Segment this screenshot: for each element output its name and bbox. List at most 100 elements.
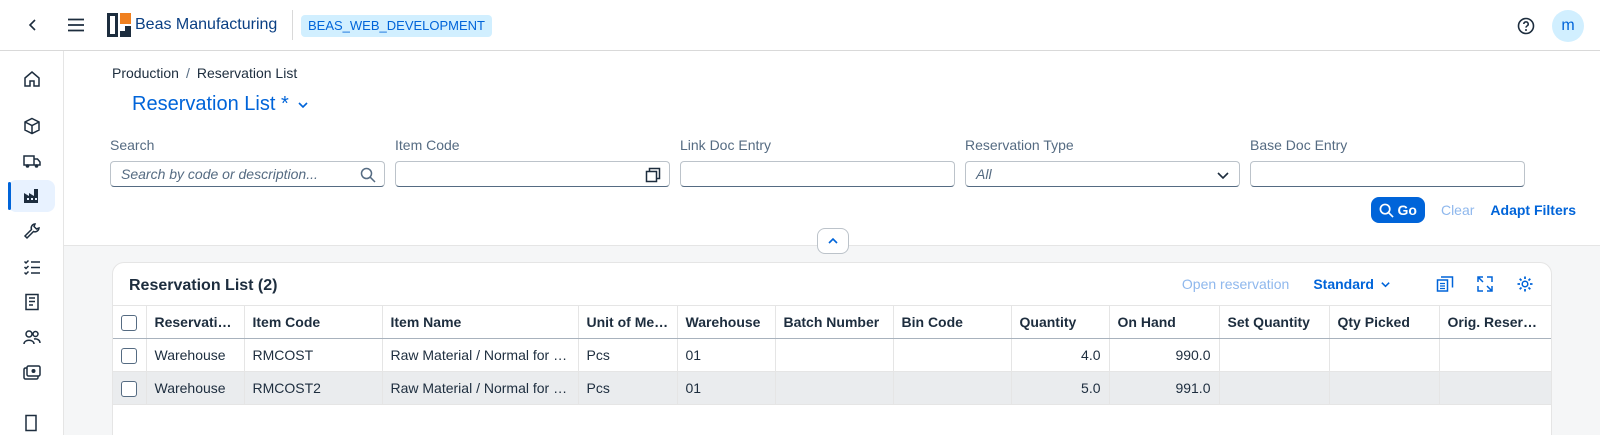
column-header-on-hand[interactable]: On Hand bbox=[1109, 305, 1220, 339]
fullscreen-button[interactable] bbox=[1475, 274, 1495, 294]
cell-item-name: Raw Material / Normal for Costing bbox=[382, 371, 579, 405]
fullscreen-icon bbox=[1477, 276, 1493, 292]
truck-icon bbox=[22, 155, 41, 168]
reservation-type-select[interactable]: All bbox=[965, 161, 1240, 187]
nav-item-tasks[interactable] bbox=[8, 251, 55, 283]
breadcrumb: Production / Reservation List bbox=[112, 65, 297, 81]
cell-qty-picked bbox=[1329, 338, 1440, 372]
go-label: Go bbox=[1397, 202, 1417, 218]
table-row[interactable]: Warehouse RMCOST Raw Material / Normal f… bbox=[113, 338, 1551, 372]
search-icon bbox=[1379, 203, 1394, 218]
nav-item-documents[interactable] bbox=[8, 286, 55, 318]
table-settings-button[interactable] bbox=[1515, 274, 1535, 294]
hamburger-icon bbox=[68, 18, 84, 32]
cell-bin-code bbox=[893, 338, 1012, 372]
open-reservation-button[interactable]: Open reservation bbox=[1182, 276, 1289, 292]
chevron-down-icon bbox=[298, 101, 308, 108]
filter-label-search: Search bbox=[110, 137, 155, 153]
cell-batch-number bbox=[775, 338, 894, 372]
nav-item-people[interactable] bbox=[8, 321, 55, 353]
cell-set-quantity bbox=[1219, 338, 1330, 372]
reservation-table-card: Reservation List (2) Open reservation St… bbox=[112, 262, 1552, 435]
export-button[interactable] bbox=[1435, 274, 1455, 294]
filter-base-doc-entry: Base Doc Entry bbox=[1250, 137, 1525, 187]
cell-quantity: 5.0 bbox=[1011, 371, 1110, 405]
nav-item-finance[interactable] bbox=[8, 357, 55, 389]
cell-warehouse: 01 bbox=[677, 371, 776, 405]
link-doc-entry-input[interactable] bbox=[680, 161, 955, 187]
nav-item-home[interactable] bbox=[8, 63, 55, 95]
app-title[interactable]: Beas Manufacturing bbox=[135, 16, 277, 34]
nav-item-logistics[interactable] bbox=[8, 145, 55, 177]
filter-label-reservation-type: Reservation Type bbox=[965, 137, 1074, 153]
side-navigation bbox=[0, 51, 64, 435]
column-header-bin-code[interactable]: Bin Code bbox=[893, 305, 1012, 339]
search-input[interactable]: Search by code or description... bbox=[110, 161, 385, 187]
cell-item-name: Raw Material / Normal for Costing bbox=[382, 338, 579, 372]
filter-label-link-doc-entry: Link Doc Entry bbox=[680, 137, 772, 153]
cell-warehouse: 01 bbox=[677, 338, 776, 372]
go-button[interactable]: Go bbox=[1370, 197, 1425, 223]
collapse-header-button[interactable] bbox=[817, 228, 849, 254]
column-header-qty-picked[interactable]: Qty Picked bbox=[1329, 305, 1440, 339]
column-header-reservation-type[interactable]: Reservation Type bbox=[146, 305, 245, 339]
row-checkbox[interactable] bbox=[121, 347, 138, 364]
cell-qty-picked bbox=[1329, 371, 1440, 405]
search-icon[interactable] bbox=[360, 167, 376, 183]
column-header-quantity[interactable]: Quantity bbox=[1011, 305, 1110, 339]
select-all-cell bbox=[113, 305, 147, 339]
logo-icon bbox=[107, 13, 131, 37]
nav-item-inventory[interactable] bbox=[8, 110, 55, 142]
cell-bin-code bbox=[893, 371, 1012, 405]
cell-uom: Pcs bbox=[578, 338, 678, 372]
cell-item-code: RMCOST2 bbox=[244, 371, 383, 405]
nav-item-more[interactable] bbox=[8, 407, 55, 435]
home-icon bbox=[23, 71, 40, 87]
back-button[interactable] bbox=[22, 14, 44, 36]
adapt-filters-button[interactable]: Adapt Filters bbox=[1490, 202, 1576, 218]
nav-item-tools[interactable] bbox=[8, 215, 55, 247]
value-help-icon[interactable] bbox=[645, 167, 661, 183]
filter-item-code: Item Code bbox=[395, 137, 670, 187]
export-icon bbox=[1436, 276, 1454, 292]
column-header-warehouse[interactable]: Warehouse bbox=[677, 305, 776, 339]
row-select-cell bbox=[113, 338, 147, 372]
company-logo bbox=[106, 12, 132, 38]
shell-bar: Beas Manufacturing BEAS_WEB_DEVELOPMENT … bbox=[0, 0, 1600, 51]
shell-divider bbox=[292, 10, 293, 40]
cell-on-hand: 991.0 bbox=[1109, 371, 1220, 405]
cell-reservation-type: Warehouse bbox=[146, 371, 245, 405]
filter-reservation-type: Reservation Type All bbox=[965, 137, 1240, 187]
nav-item-production[interactable] bbox=[8, 180, 55, 212]
chevron-left-icon bbox=[28, 19, 36, 31]
column-header-item-name[interactable]: Item Name bbox=[382, 305, 579, 339]
row-checkbox[interactable] bbox=[121, 380, 138, 397]
select-all-checkbox[interactable] bbox=[121, 314, 138, 331]
item-code-input[interactable] bbox=[395, 161, 670, 187]
wrench-icon bbox=[23, 223, 40, 240]
base-doc-entry-input[interactable] bbox=[1250, 161, 1525, 187]
variant-title[interactable]: Reservation List * bbox=[132, 93, 309, 116]
column-header-item-code[interactable]: Item Code bbox=[244, 305, 383, 339]
variant-label: Standard bbox=[1313, 276, 1374, 292]
environment-badge: BEAS_WEB_DEVELOPMENT bbox=[301, 15, 492, 37]
table-row[interactable]: Warehouse RMCOST2 Raw Material / Normal … bbox=[113, 371, 1551, 405]
user-avatar[interactable]: m bbox=[1552, 10, 1584, 42]
column-header-orig-reserved[interactable]: Orig. Reserved bbox=[1439, 305, 1551, 339]
cell-batch-number bbox=[775, 371, 894, 405]
filter-label-item-code: Item Code bbox=[395, 137, 460, 153]
checklist-icon bbox=[23, 259, 40, 276]
help-button[interactable] bbox=[1516, 16, 1536, 36]
column-header-unit-of-measure[interactable]: Unit of Measure bbox=[578, 305, 678, 339]
column-header-batch-number[interactable]: Batch Number bbox=[775, 305, 894, 339]
column-header-set-quantity[interactable]: Set Quantity bbox=[1219, 305, 1330, 339]
people-icon bbox=[22, 330, 41, 345]
filter-search: Search Search by code or description... bbox=[110, 137, 385, 187]
filter-label-base-doc-entry: Base Doc Entry bbox=[1250, 137, 1348, 153]
breadcrumb-link-production[interactable]: Production bbox=[112, 65, 179, 81]
cell-set-quantity bbox=[1219, 371, 1330, 405]
variant-selector[interactable]: Standard bbox=[1313, 276, 1391, 292]
breadcrumb-separator: / bbox=[185, 65, 190, 81]
clear-button[interactable]: Clear bbox=[1441, 202, 1474, 218]
menu-button[interactable] bbox=[64, 14, 88, 36]
